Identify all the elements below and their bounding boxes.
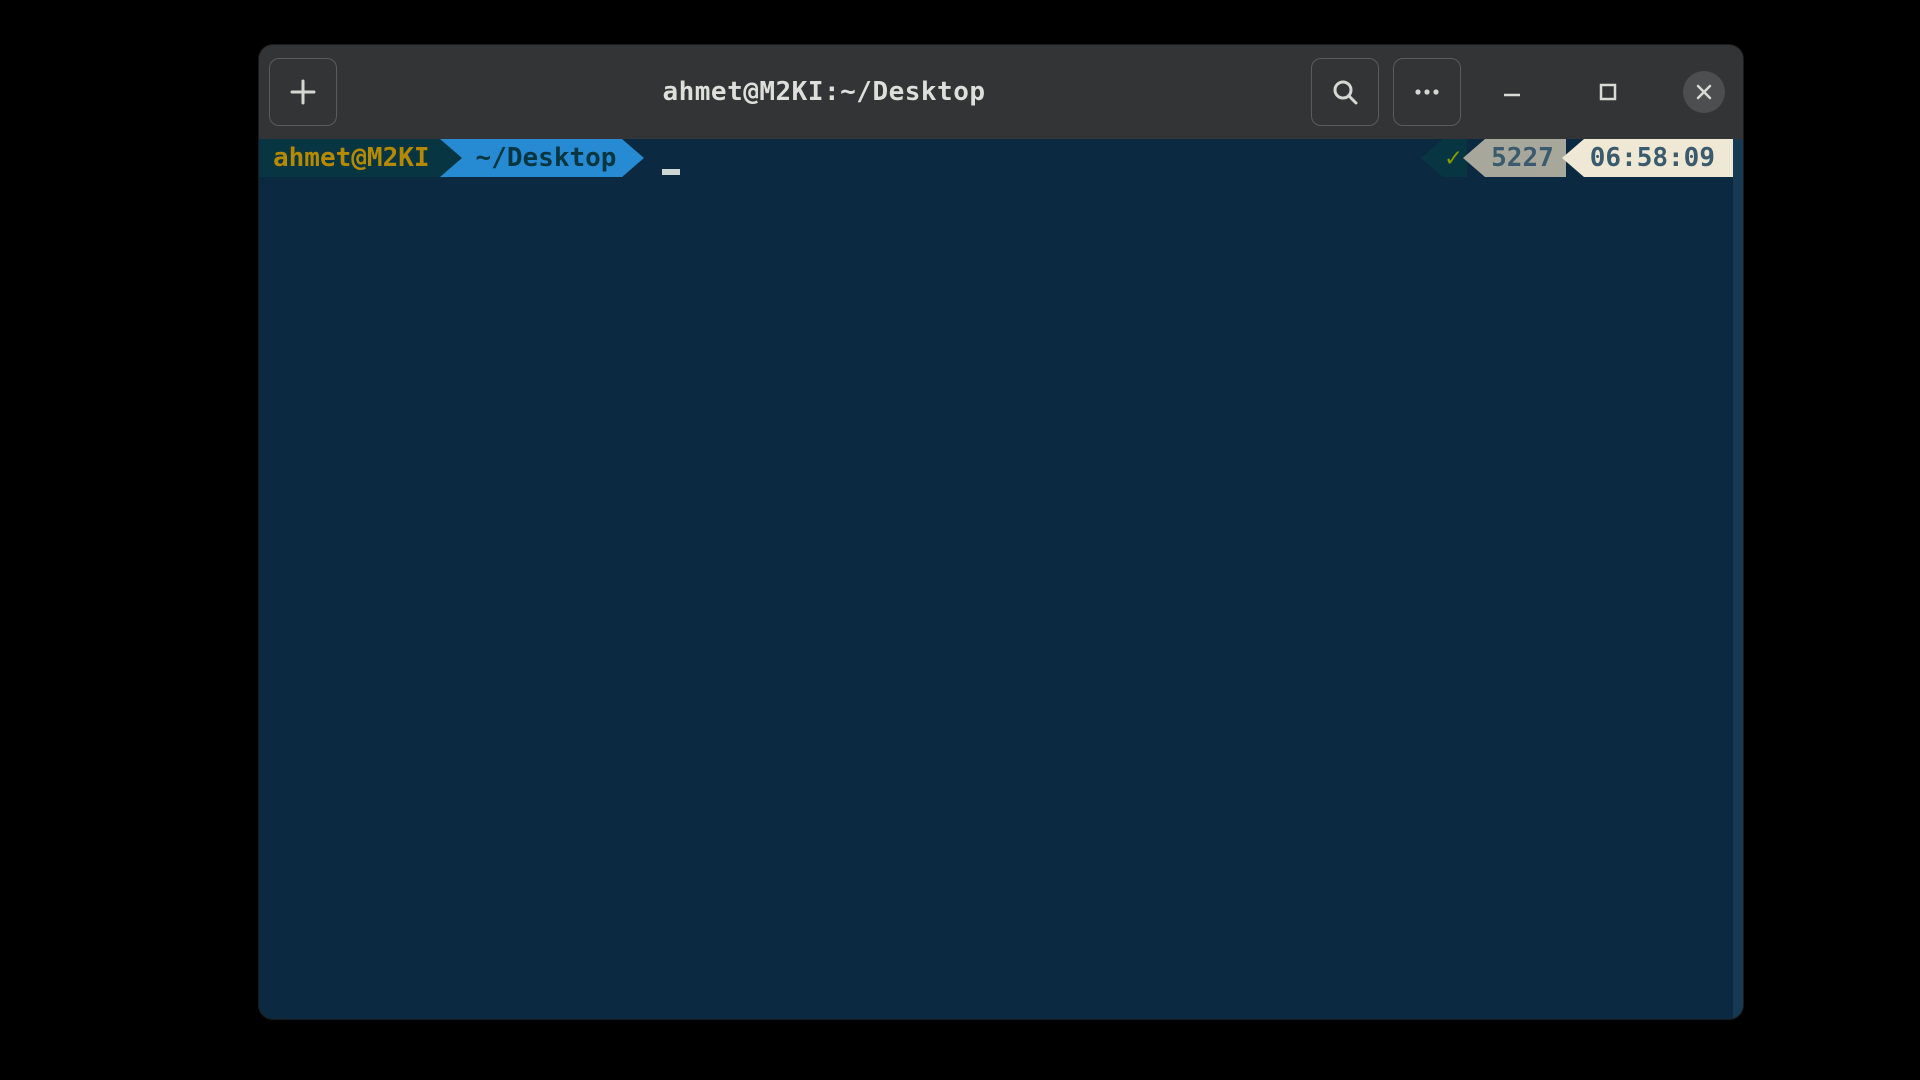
terminal-window: ahmet@M2KI:~/Desktop bbox=[259, 45, 1743, 1019]
powerline-separator-icon bbox=[440, 139, 462, 177]
scrollbar[interactable] bbox=[1733, 139, 1743, 1019]
terminal-cursor bbox=[662, 169, 680, 175]
powerline-separator-icon bbox=[1463, 139, 1485, 177]
maximize-button[interactable] bbox=[1587, 71, 1629, 113]
new-tab-button[interactable] bbox=[269, 58, 337, 126]
minimize-button[interactable] bbox=[1491, 71, 1533, 113]
powerline-separator-icon bbox=[622, 139, 644, 177]
plus-icon bbox=[288, 77, 318, 107]
close-button[interactable] bbox=[1683, 71, 1725, 113]
menu-button[interactable] bbox=[1393, 58, 1461, 126]
history-number: 5227 bbox=[1485, 139, 1566, 177]
prompt-right-status: ✓ 5227 06:58:09 bbox=[1421, 139, 1733, 177]
prompt-user-host: ahmet@M2KI bbox=[259, 139, 440, 177]
powerline-separator-icon bbox=[1421, 139, 1443, 177]
clock-time: 06:58:09 bbox=[1584, 139, 1733, 177]
terminal-viewport[interactable]: ahmet@M2KI ~/Desktop ✓ 5227 06:58:09 bbox=[259, 139, 1743, 1019]
window-title: ahmet@M2KI:~/Desktop bbox=[351, 77, 1297, 107]
search-icon bbox=[1330, 77, 1360, 107]
prompt-line: ahmet@M2KI ~/Desktop ✓ 5227 06:58:09 bbox=[259, 139, 1733, 177]
search-button[interactable] bbox=[1311, 58, 1379, 126]
close-icon bbox=[1694, 82, 1714, 102]
titlebar: ahmet@M2KI:~/Desktop bbox=[259, 45, 1743, 139]
prompt-path: ~/Desktop bbox=[440, 139, 623, 177]
powerline-separator-icon bbox=[1562, 139, 1584, 177]
maximize-icon bbox=[1598, 82, 1618, 102]
minimize-icon bbox=[1501, 81, 1523, 103]
more-icon bbox=[1412, 77, 1442, 107]
